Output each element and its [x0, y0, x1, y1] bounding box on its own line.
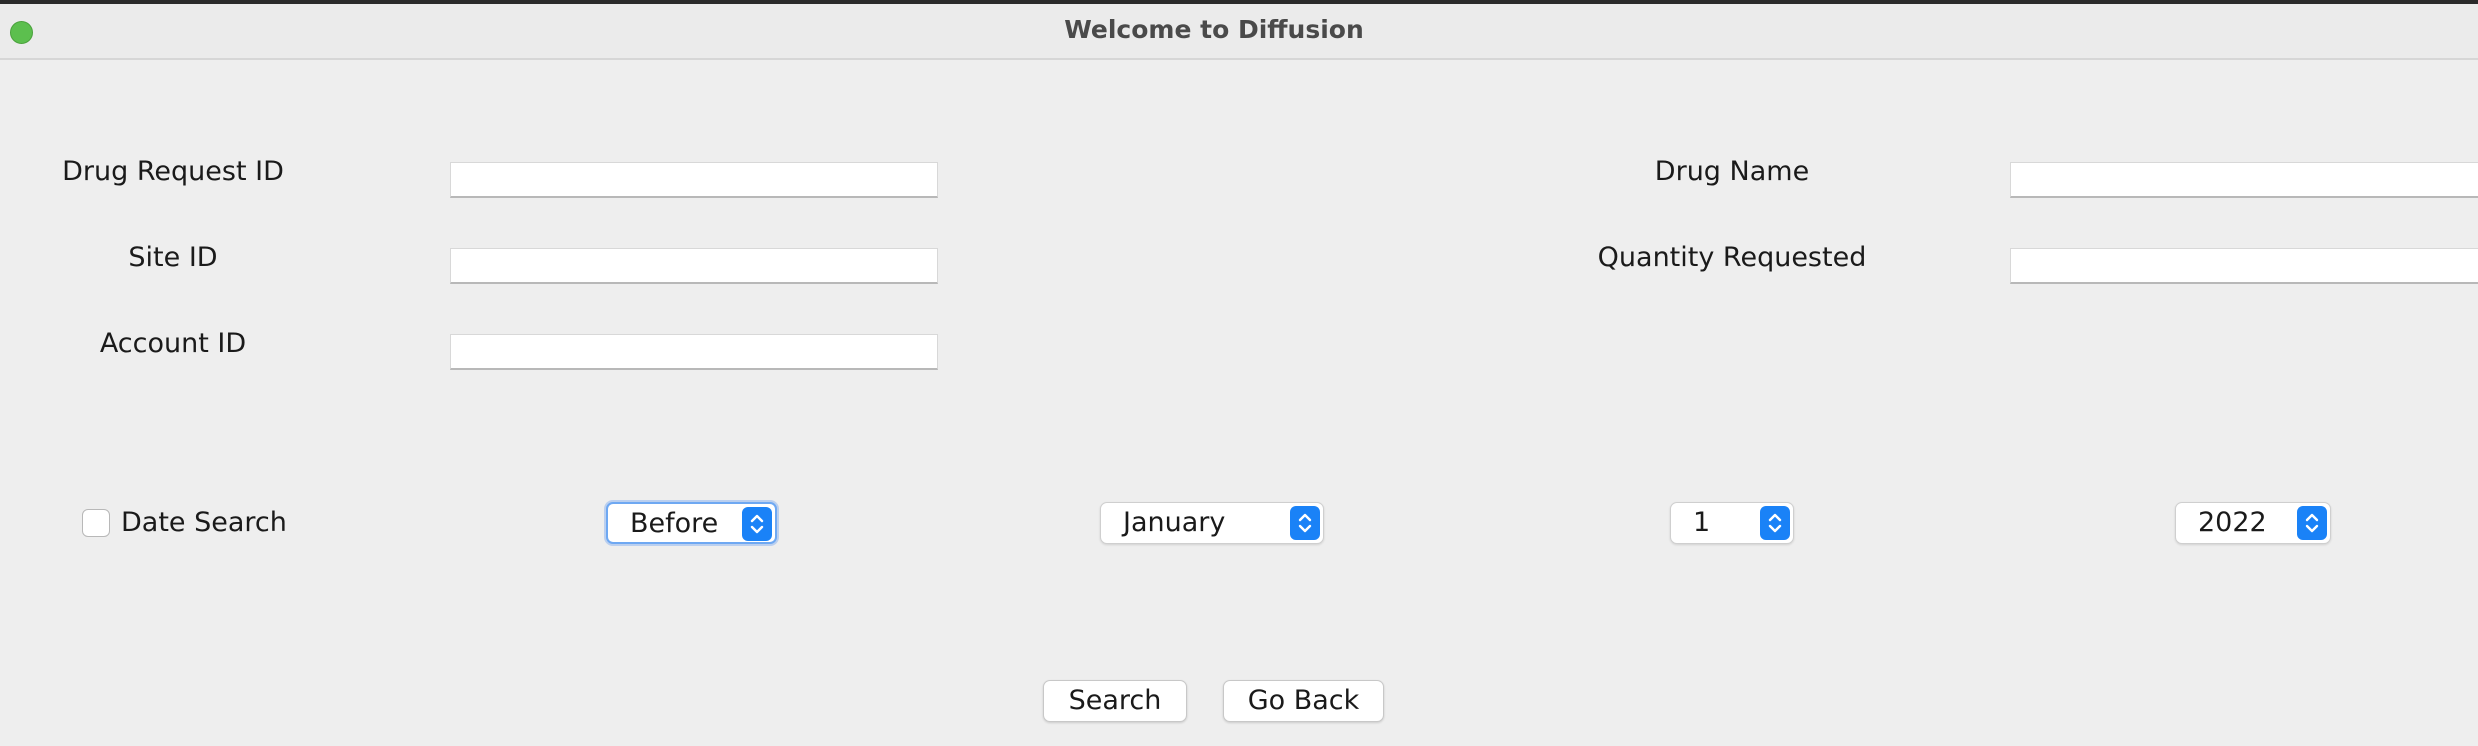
quantity-requested-label: Quantity Requested: [1597, 242, 1867, 273]
year-select[interactable]: 2022: [2175, 502, 2331, 544]
search-form: Drug Request ID Site ID Account ID Drug …: [0, 60, 2478, 746]
chevron-updown-icon: [1290, 506, 1320, 540]
day-select[interactable]: 1: [1670, 502, 1794, 544]
drug-name-label: Drug Name: [1654, 156, 1810, 187]
title-bar: Welcome to Diffusion: [0, 4, 2478, 60]
account-id-input[interactable]: [450, 334, 938, 370]
date-search-label: Date Search: [121, 507, 287, 538]
quantity-requested-input[interactable]: [2010, 248, 2478, 284]
month-value: January: [1123, 507, 1226, 538]
window-title: Welcome to Diffusion: [1064, 15, 1364, 44]
drug-name-input[interactable]: [2010, 162, 2478, 198]
date-comparison-value: Before: [630, 508, 719, 539]
year-value: 2022: [2198, 507, 2267, 538]
day-value: 1: [1693, 507, 1711, 538]
chevron-updown-icon: [2297, 506, 2327, 540]
month-select[interactable]: January: [1100, 502, 1324, 544]
chevron-updown-icon: [742, 507, 772, 541]
site-id-input[interactable]: [450, 248, 938, 284]
date-comparison-select[interactable]: Before: [606, 502, 777, 544]
drug-request-id-input[interactable]: [450, 162, 938, 198]
go-back-button[interactable]: Go Back: [1223, 680, 1384, 722]
chevron-updown-icon: [1760, 506, 1790, 540]
site-id-label: Site ID: [128, 242, 218, 273]
search-button[interactable]: Search: [1043, 680, 1187, 722]
account-id-label: Account ID: [99, 328, 247, 359]
date-search-checkbox[interactable]: [82, 509, 110, 537]
drug-request-id-label: Drug Request ID: [62, 156, 284, 187]
